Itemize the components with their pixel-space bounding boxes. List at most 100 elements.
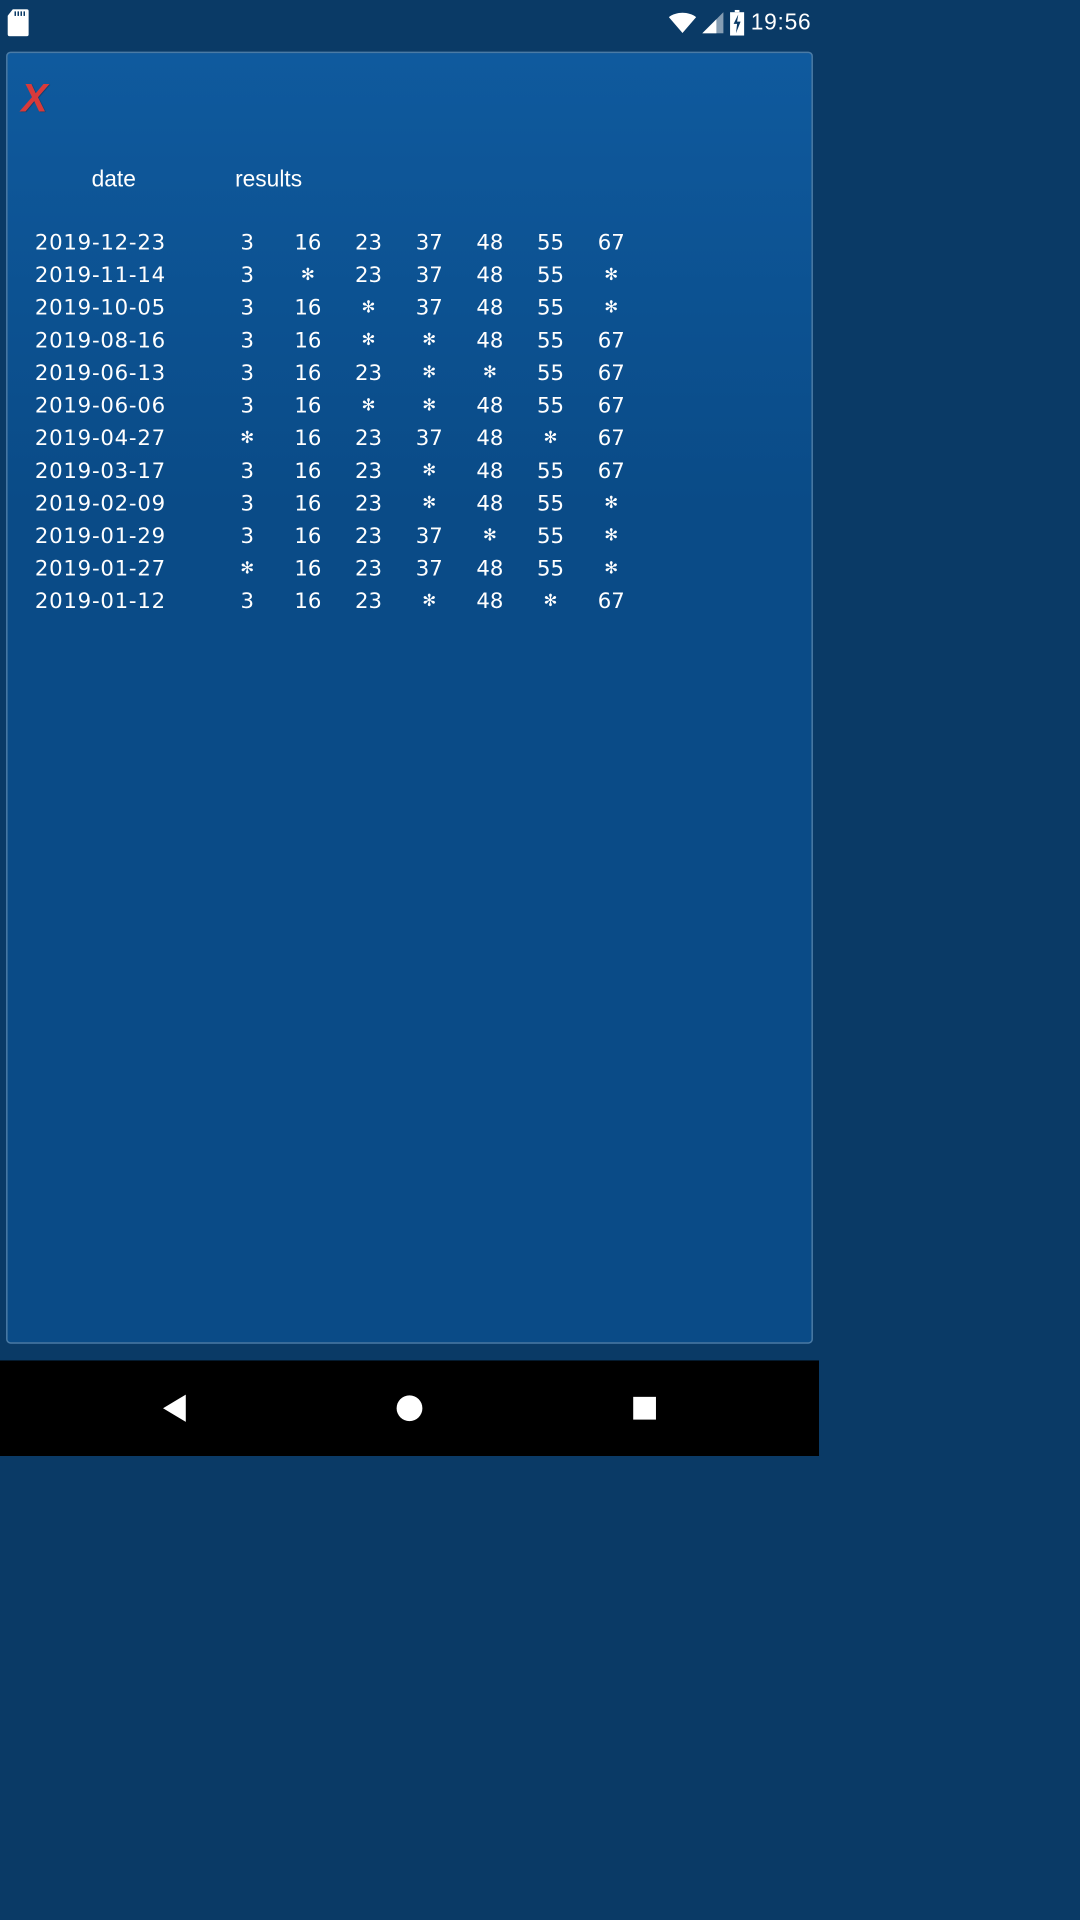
result-cell: 55	[520, 259, 581, 292]
home-button[interactable]	[349, 1385, 470, 1431]
results-panel: X date results 2019-12-23316233748556720…	[6, 52, 813, 1344]
result-cell: 37	[399, 226, 460, 259]
close-button[interactable]: X	[21, 76, 47, 121]
result-cell: 55	[520, 356, 581, 389]
result-cell: ✻	[217, 422, 278, 455]
navigation-bar	[0, 1360, 819, 1456]
result-cell: 23	[338, 519, 399, 552]
result-cell: 3	[217, 519, 278, 552]
home-icon	[397, 1395, 423, 1421]
table-row: 2019-12-233162337485567	[35, 226, 642, 259]
result-cell: 37	[399, 259, 460, 292]
result-cell: 67	[581, 226, 642, 259]
table-row: 2019-11-143✻23374855✻	[35, 259, 642, 292]
table-row: 2019-01-1231623✻48✻67	[35, 585, 642, 618]
row-date: 2019-01-12	[35, 585, 217, 618]
table-row: 2019-04-27✻16233748✻67	[35, 422, 642, 455]
result-cell: 67	[581, 389, 642, 422]
result-cell: 3	[217, 226, 278, 259]
result-cell: 16	[278, 324, 339, 357]
result-cell: 16	[278, 422, 339, 455]
result-cell: 48	[460, 259, 521, 292]
result-cell: 3	[217, 356, 278, 389]
result-cell: 16	[278, 226, 339, 259]
row-date: 2019-08-16	[35, 324, 217, 357]
result-cell: 23	[338, 585, 399, 618]
battery-charging-icon	[729, 10, 744, 36]
back-button[interactable]	[114, 1385, 235, 1431]
result-cell: ✻	[581, 291, 642, 324]
result-cell: 48	[460, 389, 521, 422]
result-cell: 16	[278, 552, 339, 585]
header-date: date	[8, 167, 205, 193]
row-date: 2019-01-27	[35, 552, 217, 585]
results-table: 2019-12-2331623374855672019-11-143✻23374…	[35, 226, 642, 617]
back-icon	[163, 1395, 186, 1422]
result-cell: ✻	[399, 487, 460, 520]
result-cell: 55	[520, 487, 581, 520]
wifi-icon	[669, 12, 696, 33]
result-cell: 55	[520, 226, 581, 259]
row-date: 2019-01-29	[35, 519, 217, 552]
result-cell: 55	[520, 324, 581, 357]
table-row: 2019-03-1731623✻485567	[35, 454, 642, 487]
table-row: 2019-10-05316✻374855✻	[35, 291, 642, 324]
result-cell: 48	[460, 487, 521, 520]
result-cell: 55	[520, 519, 581, 552]
result-cell: ✻	[217, 552, 278, 585]
result-cell: 3	[217, 291, 278, 324]
result-cell: 67	[581, 324, 642, 357]
status-bar: 19:56	[0, 0, 819, 46]
result-cell: ✻	[460, 356, 521, 389]
recent-apps-icon	[633, 1397, 656, 1420]
recent-apps-button[interactable]	[584, 1385, 705, 1431]
result-cell: 3	[217, 324, 278, 357]
result-cell: ✻	[460, 519, 521, 552]
result-cell: 37	[399, 552, 460, 585]
result-cell: 3	[217, 389, 278, 422]
sd-card-icon	[8, 9, 29, 36]
result-cell: 16	[278, 389, 339, 422]
result-cell: ✻	[399, 585, 460, 618]
row-date: 2019-04-27	[35, 422, 217, 455]
status-left	[8, 9, 29, 36]
result-cell: ✻	[338, 389, 399, 422]
result-cell: 3	[217, 259, 278, 292]
result-cell: 16	[278, 487, 339, 520]
result-cell: 67	[581, 585, 642, 618]
result-cell: 55	[520, 291, 581, 324]
result-cell: 16	[278, 291, 339, 324]
result-cell: 48	[460, 324, 521, 357]
signal-icon	[702, 12, 723, 33]
row-date: 2019-12-23	[35, 226, 217, 259]
result-cell: 37	[399, 519, 460, 552]
result-cell: 37	[399, 422, 460, 455]
result-cell: 3	[217, 454, 278, 487]
table-row: 2019-02-0931623✻4855✻	[35, 487, 642, 520]
row-date: 2019-03-17	[35, 454, 217, 487]
result-cell: 3	[217, 585, 278, 618]
status-clock: 19:56	[751, 10, 812, 36]
result-cell: ✻	[399, 389, 460, 422]
result-cell: 16	[278, 356, 339, 389]
result-cell: ✻	[581, 552, 642, 585]
result-cell: 16	[278, 585, 339, 618]
status-right: 19:56	[669, 10, 812, 36]
result-cell: 67	[581, 454, 642, 487]
result-cell: 48	[460, 291, 521, 324]
result-cell: 55	[520, 389, 581, 422]
result-cell: 23	[338, 487, 399, 520]
result-cell: 23	[338, 454, 399, 487]
result-cell: 48	[460, 422, 521, 455]
row-date: 2019-10-05	[35, 291, 217, 324]
result-cell: 16	[278, 519, 339, 552]
result-cell: ✻	[278, 259, 339, 292]
result-cell: ✻	[520, 422, 581, 455]
result-cell: ✻	[581, 487, 642, 520]
result-cell: 23	[338, 259, 399, 292]
result-cell: 48	[460, 226, 521, 259]
result-cell: ✻	[581, 259, 642, 292]
result-cell: 37	[399, 291, 460, 324]
result-cell: ✻	[338, 324, 399, 357]
result-cell: 23	[338, 226, 399, 259]
